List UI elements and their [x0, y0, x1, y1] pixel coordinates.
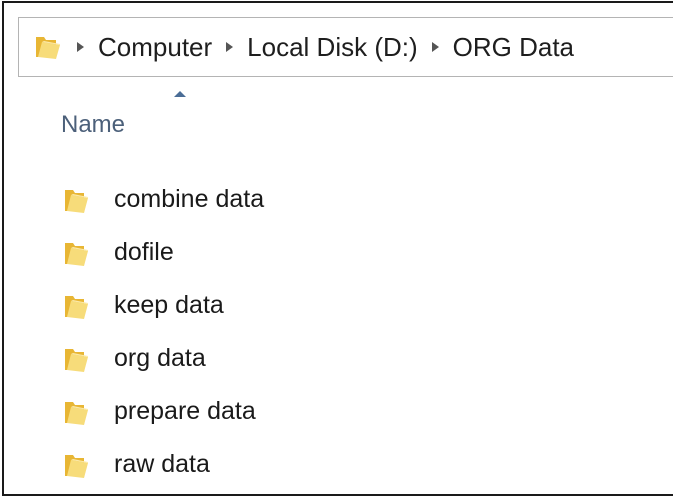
- explorer-window: Computer Local Disk (D:) ORG Data Name c…: [2, 1, 673, 496]
- folder-icon: [62, 450, 96, 480]
- folder-item-keep-data[interactable]: keep data: [62, 279, 264, 332]
- address-folder-icon: [33, 33, 63, 61]
- file-list: combine data dofile keep data org data p…: [62, 173, 264, 491]
- folder-name: raw data: [114, 450, 210, 478]
- folder-icon: [62, 397, 96, 427]
- folder-icon: [62, 344, 96, 374]
- breadcrumb-separator-icon[interactable]: [77, 42, 84, 52]
- breadcrumb-separator-icon[interactable]: [431, 42, 439, 52]
- column-header-name[interactable]: Name: [61, 111, 125, 139]
- folder-name: keep data: [114, 291, 224, 319]
- folder-icon: [62, 185, 96, 215]
- breadcrumb-local-disk[interactable]: Local Disk (D:): [247, 32, 417, 63]
- folder-item-combine-data[interactable]: combine data: [62, 173, 264, 226]
- folder-name: prepare data: [114, 397, 256, 425]
- folder-item-dofile[interactable]: dofile: [62, 226, 264, 279]
- folder-item-raw-data[interactable]: raw data: [62, 438, 264, 491]
- sort-ascending-icon: [174, 91, 186, 97]
- breadcrumb-separator-icon[interactable]: [226, 42, 234, 52]
- folder-name: combine data: [114, 185, 265, 213]
- address-bar[interactable]: Computer Local Disk (D:) ORG Data: [18, 17, 673, 77]
- folder-item-org-data[interactable]: org data: [62, 332, 264, 385]
- folder-name: org data: [114, 344, 206, 372]
- breadcrumb-org-data[interactable]: ORG Data: [453, 32, 574, 63]
- folder-icon: [62, 291, 96, 321]
- breadcrumb-computer[interactable]: Computer: [98, 32, 212, 63]
- folder-item-prepare-data[interactable]: prepare data: [62, 385, 264, 438]
- folder-icon: [62, 238, 96, 268]
- folder-name: dofile: [114, 238, 174, 266]
